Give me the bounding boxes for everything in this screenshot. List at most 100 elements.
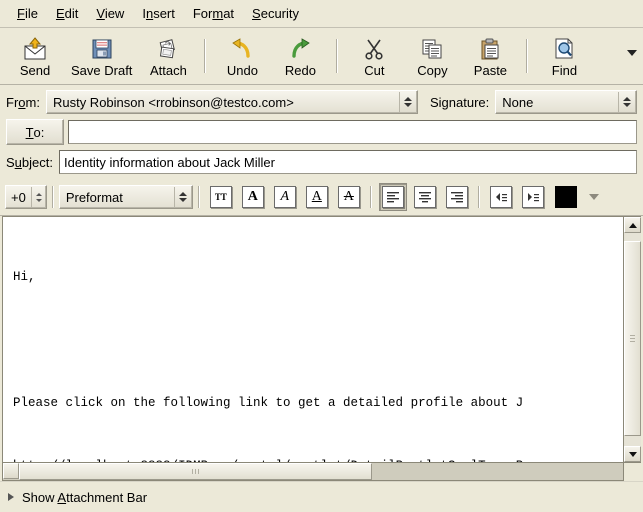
font-size-stepper[interactable]: +0 (5, 185, 47, 209)
url-seg: /portal/ (231, 459, 291, 462)
body-horizontal-scrollbar[interactable] (2, 463, 624, 481)
italic-button[interactable]: A (271, 183, 299, 211)
menu-item-insert[interactable]: Insert (133, 3, 184, 24)
menu-security-mnemonic: S (252, 6, 261, 21)
url-seg: portlet (291, 459, 344, 462)
underline-icon: A (305, 186, 328, 208)
formatting-toolbar: +0 Preformat TT A A A A (0, 179, 643, 216)
format-overflow-chevron-down-icon[interactable] (588, 194, 599, 200)
find-button[interactable]: Find (535, 28, 593, 84)
signature-spinner[interactable] (618, 92, 635, 112)
magnifier-document-icon (552, 35, 576, 61)
to-button[interactable]: To: (6, 119, 64, 145)
subject-input[interactable]: Identity information about Jack Miller (58, 150, 637, 174)
horizontal-scroll-thumb[interactable] (19, 463, 372, 480)
scroll-left-button[interactable] (3, 463, 19, 479)
attachment-label-mnemonic: A (57, 489, 67, 505)
strikethrough-button[interactable]: A (335, 183, 363, 211)
floppy-disk-icon (90, 35, 114, 61)
font-size-down-icon (35, 198, 42, 202)
cut-button[interactable]: Cut (345, 28, 403, 84)
align-left-icon (381, 186, 404, 208)
font-size-value: +0 (11, 189, 26, 205)
toolbar-separator-1 (204, 39, 207, 73)
signature-select[interactable]: None (495, 90, 637, 114)
url-seg: =P (508, 459, 523, 462)
indent-icon (521, 186, 544, 208)
toolbar-separator-3 (526, 39, 529, 73)
indent-button[interactable] (519, 183, 547, 211)
copy-button[interactable]: Copy (403, 28, 461, 84)
clipboard-icon (478, 35, 502, 61)
redo-button[interactable]: Redo (271, 28, 329, 84)
toolbar-overflow-chevron-down-icon[interactable] (627, 50, 637, 56)
scroll-down-button[interactable] (624, 446, 641, 462)
paste-button[interactable]: Paste (461, 28, 519, 84)
triangle-up-icon (628, 222, 637, 228)
vertical-scroll-track[interactable] (624, 233, 641, 446)
undo-button[interactable]: Undo (213, 28, 271, 84)
body-vertical-scrollbar[interactable] (623, 217, 641, 462)
menu-item-format[interactable]: Format (184, 3, 243, 24)
bold-button[interactable]: A (239, 183, 267, 211)
bold-icon: A (241, 186, 264, 208)
format-separator-4 (477, 186, 480, 208)
to-row: To: (6, 119, 637, 145)
paragraph-style-select[interactable]: Preformat (58, 185, 193, 209)
from-label-mnemonic: o (18, 94, 26, 110)
attach-photos-icon (156, 35, 180, 61)
compose-header-fields: From: Rusty Robinson <rrobinson@testco.c… (0, 85, 643, 179)
menu-item-view[interactable]: View (87, 3, 133, 24)
url-seg: localhost (66, 459, 134, 462)
scroll-up-button[interactable] (624, 217, 641, 233)
body-text: Hi, (13, 270, 36, 284)
undo-label: Undo (226, 62, 258, 78)
save-draft-label: Save Draft (71, 62, 133, 78)
url-seg: ? (448, 459, 456, 462)
text-color-swatch[interactable] (554, 186, 577, 208)
menu-file-mnemonic: F (17, 6, 25, 21)
to-label-post: o: (33, 124, 45, 140)
horizontal-scroll-track[interactable] (19, 463, 607, 480)
from-row: From: Rusty Robinson <rrobinson@testco.c… (6, 89, 637, 115)
from-select[interactable]: Rusty Robinson <rrobinson@testco.com> (45, 90, 418, 114)
from-label-pre: Fr (6, 94, 19, 110)
from-spinner[interactable] (398, 92, 416, 112)
body-line: Please click on the following link to ge… (13, 393, 623, 414)
outdent-icon (489, 186, 512, 208)
menu-file-post: ile (24, 6, 38, 21)
menu-item-edit[interactable]: Edit (47, 3, 87, 24)
align-left-button[interactable] (378, 183, 407, 211)
outdent-button[interactable] (487, 183, 515, 211)
url-seg: :// (43, 459, 66, 462)
send-button[interactable]: Send (6, 28, 64, 84)
attach-button[interactable]: Attach (139, 28, 197, 84)
paragraph-style-spinner[interactable] (173, 187, 191, 207)
menu-item-security[interactable]: Security (243, 3, 308, 24)
body-line (13, 330, 623, 351)
message-body-area: Hi, Please click on the following link t… (0, 216, 643, 481)
attachment-bar-toggle[interactable]: Show Attachment Bar (0, 481, 643, 512)
strikethrough-icon: A (337, 186, 360, 208)
vertical-scroll-thumb[interactable] (624, 241, 641, 436)
copy-documents-icon (420, 35, 444, 61)
from-label: From: (6, 95, 46, 110)
font-size-spinner[interactable] (30, 187, 46, 207)
redo-arrow-icon (288, 35, 312, 61)
underline-button[interactable]: A (303, 183, 331, 211)
from-spinner-up-icon (403, 97, 412, 101)
fixed-width-icon: TT (209, 186, 232, 208)
menu-item-file[interactable]: File (8, 3, 47, 24)
attachment-label-pre: Show (22, 489, 58, 505)
font-size-up-icon (35, 192, 42, 196)
toolbar-separator-2 (336, 39, 339, 73)
message-body-editor[interactable]: Hi, Please click on the following link t… (3, 217, 623, 462)
from-spinner-down-icon (403, 103, 412, 107)
subject-label: Subject: (6, 155, 59, 170)
align-center-button[interactable] (411, 183, 439, 211)
fixed-width-button[interactable]: TT (207, 183, 235, 211)
to-input[interactable] (68, 120, 637, 144)
url-seg: urlType (456, 459, 509, 462)
align-right-button[interactable] (443, 183, 471, 211)
save-draft-button[interactable]: Save Draft (64, 28, 139, 84)
